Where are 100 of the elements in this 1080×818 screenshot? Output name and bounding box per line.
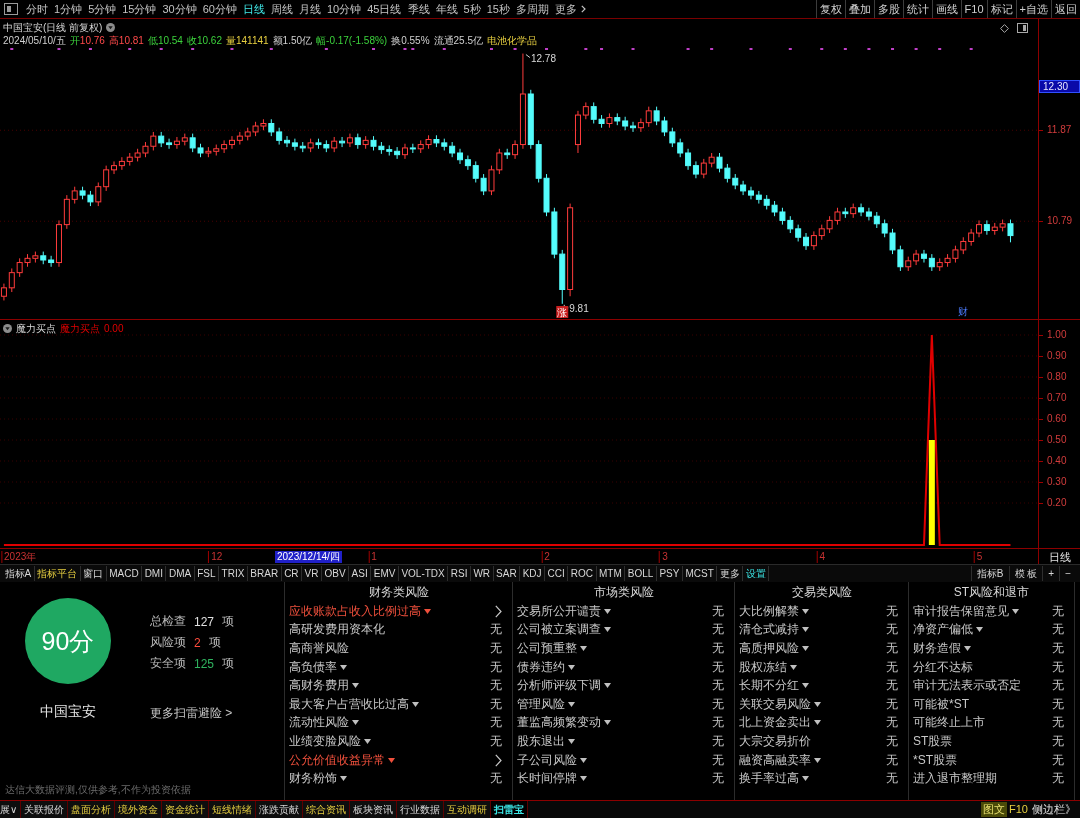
dropdown-caret-icon[interactable]	[604, 683, 611, 689]
dropdown-caret-icon[interactable]	[814, 757, 821, 763]
bottom-tab[interactable]: 行业数据	[397, 801, 445, 818]
dropdown-caret-icon[interactable]	[340, 664, 347, 670]
toolbar-button[interactable]: 多股	[873, 0, 903, 18]
dropdown-caret-icon[interactable]	[580, 776, 587, 782]
bottom-tab[interactable]: 资金统计	[162, 801, 210, 818]
indicator-tab[interactable]: CCI	[545, 566, 569, 581]
bottom-link[interactable]: 图文	[981, 802, 1008, 817]
indicator-tab[interactable]: FSL	[194, 566, 220, 581]
risk-item[interactable]: 最大客户占营收比过高	[289, 695, 409, 713]
indicator-tab[interactable]: WR	[470, 566, 494, 581]
dropdown-caret-icon[interactable]	[580, 757, 587, 763]
risk-item[interactable]: 高财务费用	[289, 677, 349, 695]
dropdown-caret-icon[interactable]	[802, 627, 809, 633]
risk-item[interactable]: 高质押风险	[739, 640, 799, 657]
dropdown-caret-icon[interactable]	[976, 627, 983, 633]
risk-item[interactable]: 交易所公开谴责	[517, 602, 601, 620]
panel-tab[interactable]: 指标B	[970, 566, 1009, 581]
indicator-tab[interactable]: 窗口	[80, 566, 107, 581]
bottom-tab[interactable]: 扫雷宝	[491, 801, 529, 818]
toolbar-button[interactable]: 统计	[902, 0, 932, 18]
period-tab[interactable]: 月线	[296, 1, 324, 17]
indicator-tab[interactable]: 指标平台	[34, 566, 81, 581]
risk-item[interactable]: 应收账款占收入比例过高	[289, 602, 421, 620]
indicator-tab[interactable]: PSY	[656, 566, 683, 581]
risk-item[interactable]: 公司被立案调查	[517, 621, 601, 639]
bottom-link[interactable]: 侧边栏》	[1030, 802, 1078, 817]
period-tab[interactable]: 1分钟	[51, 1, 86, 17]
period-tab[interactable]: 5秒	[460, 1, 484, 17]
dropdown-caret-icon[interactable]	[814, 701, 821, 707]
bottom-tab[interactable]: 展∨	[0, 801, 22, 818]
period-tab[interactable]: 15分钟	[119, 1, 160, 17]
indicator-tab[interactable]: SAR	[493, 566, 521, 581]
risk-item[interactable]: 高负债率	[289, 658, 337, 676]
period-tab[interactable]: 45日线	[364, 1, 405, 17]
panel-tab[interactable]: −	[1059, 566, 1076, 581]
risk-item[interactable]: 债券违约	[517, 658, 565, 676]
dropdown-caret-icon[interactable]	[412, 701, 419, 707]
period-tab[interactable]: 年线	[432, 1, 461, 17]
risk-item[interactable]: 审计报告保留意见	[913, 602, 1009, 620]
period-tab[interactable]: 5分钟	[85, 1, 120, 17]
indicator-tab[interactable]: CR	[281, 566, 303, 581]
panel-tab[interactable]: 模 板	[1008, 566, 1043, 581]
risk-item[interactable]: 公司预重整	[517, 640, 577, 657]
indicator-tab[interactable]: MCST	[682, 566, 718, 581]
period-tab[interactable]: 15秒	[483, 1, 513, 17]
risk-item[interactable]: 公允价值收益异常	[289, 751, 385, 769]
dropdown-caret-icon[interactable]	[364, 738, 371, 744]
risk-item[interactable]: 股权冻结	[739, 658, 787, 676]
period-tab[interactable]: 60分钟	[199, 1, 240, 17]
indicator-tab[interactable]: KDJ	[520, 566, 546, 581]
toolbar-button[interactable]: +自选	[1015, 0, 1051, 18]
indicator-tab[interactable]: DMA	[166, 566, 195, 581]
risk-item[interactable]: 财务造假	[913, 640, 961, 657]
toolbar-button[interactable]: 返回	[1051, 0, 1080, 18]
risk-item[interactable]: 流动性风险	[289, 714, 349, 732]
indicator-tab[interactable]: VR	[302, 566, 322, 581]
dropdown-caret-icon[interactable]	[802, 776, 809, 782]
more-link[interactable]: 更多扫雷避险 >	[150, 706, 233, 720]
circle-caret-icon[interactable]	[106, 23, 116, 32]
risk-item[interactable]: 大比例解禁	[739, 602, 799, 620]
period-tab[interactable]: 分时	[23, 1, 51, 17]
dropdown-caret-icon[interactable]	[964, 646, 971, 651]
indicator-tab[interactable]: 更多	[717, 566, 744, 581]
indicator-tab[interactable]: MTM	[596, 566, 626, 581]
more-button[interactable]: 更多	[551, 1, 589, 17]
indicator-tab[interactable]: OBV	[322, 566, 350, 581]
toolbar-button[interactable]: 复权	[815, 0, 845, 18]
period-tab[interactable]: 30分钟	[159, 1, 200, 17]
risk-item[interactable]: 长期不分红	[739, 677, 799, 695]
dropdown-caret-icon[interactable]	[802, 608, 809, 614]
indicator-tab[interactable]: VOL-TDX	[398, 566, 449, 581]
diamond-icon[interactable]	[1000, 23, 1009, 33]
bottom-tab[interactable]: 短线情绪	[209, 801, 257, 818]
bottom-link[interactable]: F10	[1007, 802, 1030, 817]
dropdown-caret-icon[interactable]	[352, 683, 359, 689]
dropdown-caret-icon[interactable]	[352, 720, 359, 726]
toolbar-button[interactable]: F10	[960, 0, 987, 18]
risk-item[interactable]: 管理风险	[517, 695, 565, 713]
dropdown-caret-icon[interactable]	[790, 664, 797, 670]
indicator-tab[interactable]: DMI	[142, 566, 167, 581]
indicator-tab[interactable]: TRIX	[219, 566, 248, 581]
panel-tab[interactable]: +	[1042, 566, 1060, 581]
bottom-tab[interactable]: 盘面分析	[68, 801, 116, 818]
risk-item[interactable]: 股东退出	[517, 732, 565, 750]
indicator-tab[interactable]: BRAR	[247, 566, 282, 581]
dropdown-caret-icon[interactable]	[568, 701, 575, 707]
period-tab[interactable]: 多周期	[512, 1, 552, 17]
indicator-tab[interactable]: EMV	[371, 566, 399, 581]
dropdown-caret-icon[interactable]	[604, 627, 611, 633]
bottom-tab[interactable]: 互动调研	[444, 801, 492, 818]
risk-item[interactable]: 换手率过高	[739, 770, 799, 788]
risk-item[interactable]: 子公司风险	[517, 751, 577, 769]
risk-item[interactable]: 长时间停牌	[517, 770, 577, 788]
period-tab[interactable]: 季线	[404, 1, 433, 17]
risk-item[interactable]: 净资产偏低	[913, 621, 973, 639]
dropdown-caret-icon[interactable]	[568, 738, 575, 744]
risk-item[interactable]: 关联交易风险	[739, 695, 811, 713]
circle-caret-icon[interactable]	[3, 324, 12, 333]
